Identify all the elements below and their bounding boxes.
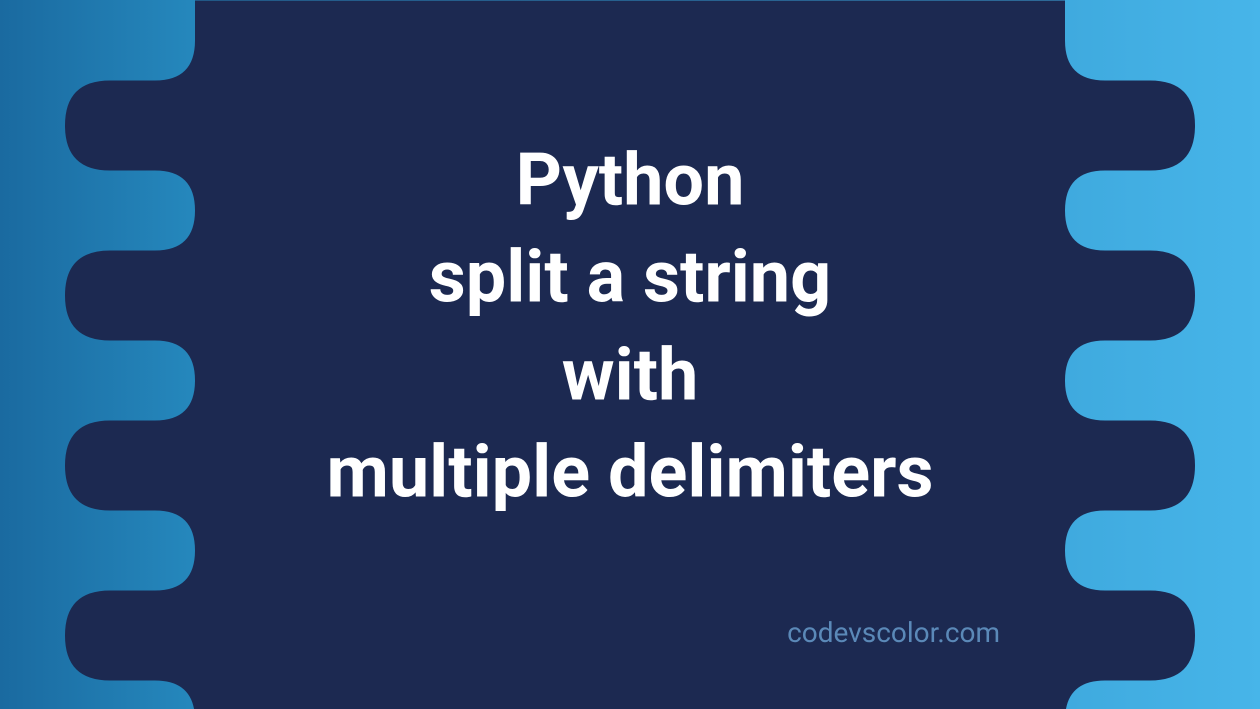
title-line-2: split a string xyxy=(126,229,1134,326)
title-container: Python split a string with multiple deli… xyxy=(126,132,1134,521)
watermark-text: codevscolor.com xyxy=(787,616,1000,649)
title-line-4: multiple delimiters xyxy=(126,423,1134,520)
title-line-1: Python xyxy=(126,132,1134,229)
banner-image: Python split a string with multiple deli… xyxy=(0,0,1260,709)
title-line-3: with xyxy=(126,326,1134,423)
